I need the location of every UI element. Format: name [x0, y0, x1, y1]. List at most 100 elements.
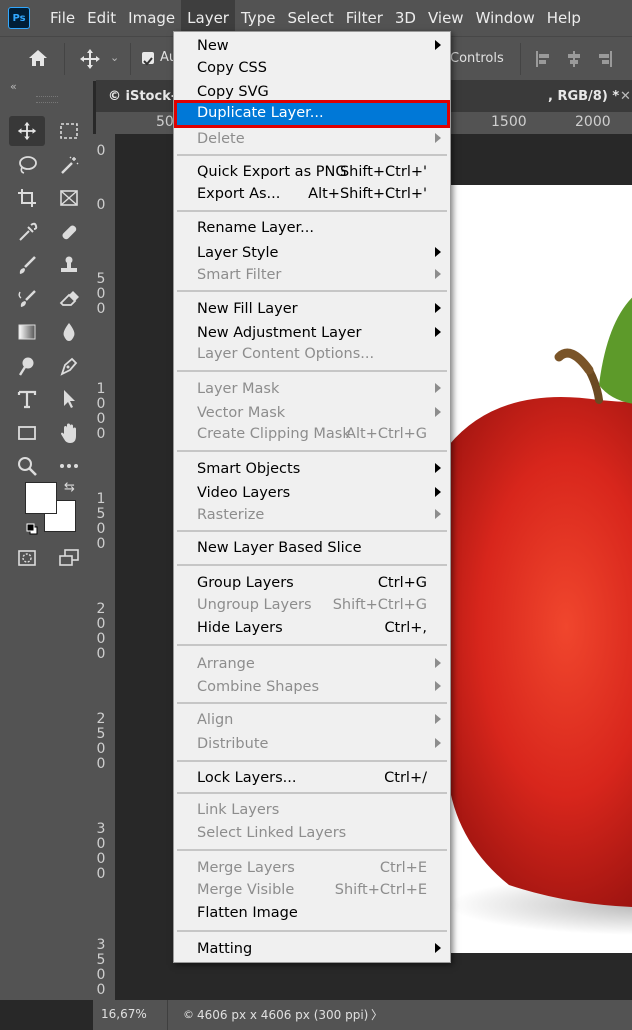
menu-item-flatten-image[interactable]: Flatten Image: [177, 903, 447, 925]
menu-item-label: Create Clipping Mask: [197, 426, 351, 442]
gradient-tool-icon[interactable]: [9, 317, 45, 347]
menu-file[interactable]: File: [44, 0, 81, 36]
menu-item-select-linked-layers: Select Linked Layers: [177, 823, 447, 845]
pen-tool-icon[interactable]: [51, 351, 87, 381]
menu-item-new-fill-layer[interactable]: New Fill Layer: [177, 299, 447, 321]
home-icon[interactable]: [26, 46, 50, 74]
menu-item-label: Layer Mask: [197, 381, 280, 397]
zoom-tool-icon[interactable]: [9, 451, 45, 481]
stamp-tool-icon[interactable]: [51, 250, 87, 280]
menu-item-lock-layers[interactable]: Lock Layers... Ctrl+/: [177, 768, 447, 790]
menu-item-merge-layers: Merge Layers Ctrl+E: [177, 858, 447, 880]
menu-separator: [177, 792, 447, 794]
menu-separator: [177, 760, 447, 762]
auto-select-checkbox[interactable]: [142, 52, 154, 66]
ruler-label: 3000: [96, 821, 106, 882]
move-tool-icon[interactable]: [9, 116, 45, 146]
submenu-arrow-icon: [435, 463, 441, 473]
menu-item-new-adjustment-layer[interactable]: New Adjustment Layer: [177, 323, 447, 345]
ruler-label: 3500: [96, 937, 106, 998]
submenu-arrow-icon: [435, 303, 441, 313]
ruler-label: 2000: [96, 601, 106, 662]
healing-brush-icon[interactable]: [51, 217, 87, 247]
zoom-level[interactable]: 16,67%: [101, 1007, 147, 1021]
align-left-icon[interactable]: [534, 49, 554, 73]
swap-colors-icon[interactable]: ⇆: [64, 480, 75, 495]
crop-tool-icon[interactable]: [9, 183, 45, 213]
menu-item-label: Copy SVG: [197, 84, 269, 100]
foreground-color-swatch[interactable]: [25, 482, 57, 514]
marquee-tool-icon[interactable]: [51, 116, 87, 146]
hand-tool-icon[interactable]: [51, 418, 87, 448]
eyedropper-icon[interactable]: [9, 217, 45, 247]
menu-item-layer-content-options: Layer Content Options...: [177, 344, 447, 366]
menu-item-shortcut: Shift+Ctrl+E: [334, 882, 427, 898]
menu-window[interactable]: Window: [470, 0, 541, 36]
eraser-icon[interactable]: [51, 284, 87, 314]
panel-grip[interactable]: [36, 96, 58, 103]
menu-item-label: New: [197, 38, 229, 54]
lasso-tool-icon[interactable]: [9, 150, 45, 180]
menu-item-export-as[interactable]: Export As... Alt+Shift+Ctrl+': [177, 184, 447, 206]
close-icon[interactable]: ✕: [620, 89, 631, 104]
screen-mode-icon[interactable]: [51, 543, 87, 573]
menu-item-hide-layers[interactable]: Hide Layers Ctrl+,: [177, 618, 447, 640]
menu-item-copy-css[interactable]: Copy CSS: [177, 58, 447, 80]
default-colors-icon[interactable]: [26, 520, 38, 539]
rectangle-tool-icon[interactable]: [9, 418, 45, 448]
brush-tool-icon[interactable]: [9, 250, 45, 280]
menu-item-quick-export-as-png[interactable]: Quick Export as PNG Shift+Ctrl+': [177, 162, 447, 184]
move-tool-icon[interactable]: [78, 47, 102, 75]
menu-item-layer-style[interactable]: Layer Style: [177, 243, 447, 265]
history-brush-icon[interactable]: [9, 284, 45, 314]
magic-wand-icon[interactable]: [51, 150, 87, 180]
menu-item-label: Copy CSS: [197, 60, 267, 76]
dodge-tool-icon[interactable]: [9, 351, 45, 381]
menu-item-video-layers[interactable]: Video Layers: [177, 483, 447, 505]
menu-item-matting[interactable]: Matting: [177, 939, 447, 961]
ruler-label: 50: [156, 114, 174, 130]
ruler-label: 1500: [491, 114, 527, 130]
menu-item-label: Group Layers: [197, 575, 294, 591]
menu-item-group-layers[interactable]: Group Layers Ctrl+G: [177, 573, 447, 595]
menu-item-rename-layer[interactable]: Rename Layer...: [177, 218, 447, 240]
more-tools-icon[interactable]: [51, 451, 87, 481]
quick-mask-icon[interactable]: [9, 543, 45, 573]
menu-item-vector-mask: Vector Mask: [177, 403, 447, 425]
menu-item-new-layer-based-slice[interactable]: New Layer Based Slice: [177, 538, 447, 560]
align-center-icon[interactable]: [564, 49, 584, 73]
menu-item-copy-svg[interactable]: Copy SVG: [177, 82, 447, 104]
ruler-label: 0: [96, 197, 106, 213]
menu-item-duplicate-layer[interactable]: Duplicate Layer...: [174, 100, 450, 128]
menu-edit[interactable]: Edit: [81, 0, 122, 36]
type-tool-icon[interactable]: [9, 384, 45, 414]
chevron-down-icon[interactable]: ⌄: [110, 51, 119, 64]
menu-item-label: Flatten Image: [197, 905, 298, 921]
divider: [167, 1000, 168, 1030]
menu-item-new[interactable]: New: [177, 36, 447, 58]
menu-item-shortcut: Ctrl+/: [384, 770, 427, 786]
menu-item-label: Lock Layers...: [197, 770, 297, 786]
menu-item-align: Align: [177, 710, 447, 732]
align-right-icon[interactable]: [594, 49, 614, 73]
menu-item-label: Vector Mask: [197, 405, 286, 421]
menu-separator: [177, 702, 447, 704]
document-canvas[interactable]: [449, 185, 632, 953]
menu-item-label: Merge Layers: [197, 860, 295, 876]
transform-controls-label[interactable]: Controls: [450, 51, 504, 66]
menu-separator: [177, 930, 447, 932]
path-selection-icon[interactable]: [51, 384, 87, 414]
blur-tool-icon[interactable]: [51, 317, 87, 347]
menu-item-shortcut: Shift+Ctrl+': [339, 164, 427, 180]
menu-item-smart-objects[interactable]: Smart Objects: [177, 459, 447, 481]
menu-item-label: Smart Objects: [197, 461, 301, 477]
menu-help[interactable]: Help: [541, 0, 587, 36]
collapse-panel-icon[interactable]: «: [10, 80, 17, 93]
menu-item-shortcut: Ctrl+,: [384, 620, 427, 636]
menu-item-label: Rasterize: [197, 507, 265, 523]
frame-tool-icon[interactable]: [51, 183, 87, 213]
layer-menu-dropdown: New Copy CSS Copy SVG Duplicate Layer... Del…: [173, 31, 451, 963]
status-menu-arrow[interactable]: 〉: [371, 1006, 383, 1023]
menu-item-merge-visible: Merge Visible Shift+Ctrl+E: [177, 880, 447, 902]
submenu-arrow-icon: [435, 40, 441, 50]
